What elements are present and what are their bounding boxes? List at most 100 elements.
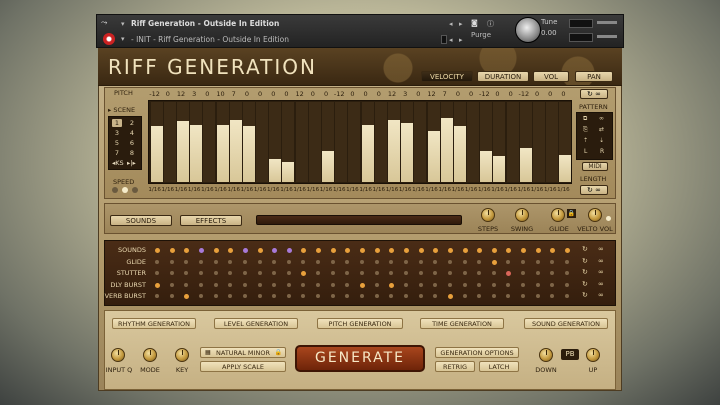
matrix-dot[interactable]	[257, 259, 262, 264]
matrix-dot[interactable]	[242, 294, 247, 298]
velocity-bar[interactable]	[519, 148, 532, 182]
matrix-dot[interactable]	[184, 282, 189, 287]
velocity-step[interactable]	[203, 102, 216, 182]
level-generation-button[interactable]: LEVEL GENERATION	[214, 318, 298, 329]
matrix-dot[interactable]	[433, 259, 438, 264]
generate-button[interactable]: GENERATE	[295, 345, 425, 372]
velocity-bar[interactable]	[361, 125, 374, 182]
velocity-bar[interactable]	[401, 122, 414, 182]
matrix-dot[interactable]	[418, 259, 423, 264]
row-reset-icon[interactable]: ↻	[582, 291, 588, 299]
copy-icon[interactable]: ⧉	[583, 115, 587, 123]
instrument-collapse-icon[interactable]: ▾	[121, 20, 125, 28]
velocity-step[interactable]	[348, 102, 361, 182]
matrix-dot[interactable]	[257, 248, 263, 253]
row-link-icon[interactable]: ∞	[598, 291, 604, 299]
velocity-bar[interactable]	[242, 126, 255, 182]
pitch-value[interactable]: 0	[200, 90, 214, 98]
matrix-dot[interactable]	[345, 259, 350, 264]
velocity-bars[interactable]	[148, 100, 572, 184]
tab-pan[interactable]: PAN	[575, 71, 613, 82]
input-q-knob[interactable]	[111, 348, 125, 362]
matrix-dot[interactable]	[198, 282, 203, 287]
matrix-dot[interactable]	[447, 248, 453, 253]
pitch-value[interactable]: 12	[425, 90, 439, 98]
row-link-icon[interactable]: ∞	[598, 257, 604, 265]
scene-4[interactable]: 4	[127, 129, 137, 137]
row-link-icon[interactable]: ∞	[598, 245, 604, 253]
velocity-step[interactable]	[308, 102, 321, 182]
matrix-dot[interactable]	[550, 259, 555, 264]
matrix-dot[interactable]	[447, 271, 452, 275]
velocity-bar[interactable]	[190, 124, 203, 182]
matrix-dot[interactable]	[491, 271, 496, 275]
pitch-value[interactable]: -12	[332, 90, 346, 98]
matrix-dot[interactable]	[228, 282, 233, 287]
velocity-step[interactable]	[256, 102, 269, 182]
length-link-icon[interactable]: ↻ ∞	[580, 185, 608, 195]
shuffle-icon[interactable]: ⇄	[599, 126, 604, 133]
velocity-step[interactable]	[374, 102, 387, 182]
matrix-dot[interactable]	[403, 294, 408, 298]
pitch-value[interactable]: 12	[385, 90, 399, 98]
scene-arrows-icon[interactable]: ▸|▸	[127, 159, 136, 167]
matrix-dot[interactable]	[228, 259, 233, 264]
matrix-dot[interactable]	[257, 271, 262, 275]
matrix-dot[interactable]	[521, 259, 526, 264]
matrix-dot[interactable]	[316, 259, 321, 264]
matrix-dot[interactable]	[169, 282, 174, 287]
matrix-dot[interactable]	[345, 282, 350, 287]
tab-duration[interactable]: DURATION	[477, 71, 529, 82]
matrix-dot[interactable]	[535, 294, 540, 298]
matrix-dot[interactable]	[491, 248, 497, 253]
matrix-dot[interactable]	[535, 271, 540, 275]
matrix-dot[interactable]	[418, 271, 423, 275]
matrix-dot[interactable]	[330, 294, 335, 298]
matrix-dot[interactable]	[360, 248, 365, 253]
matrix-dot[interactable]	[272, 282, 277, 287]
pitch-value[interactable]: 0	[359, 90, 373, 98]
matrix-dot[interactable]	[447, 294, 453, 299]
pitch-value[interactable]: 0	[451, 90, 465, 98]
velocity-bar[interactable]	[427, 131, 440, 182]
effects-button[interactable]: EFFECTS	[180, 215, 242, 226]
pitch-value[interactable]: 0	[464, 90, 478, 98]
matrix-dot[interactable]	[198, 294, 203, 298]
preset-collapse-icon[interactable]: ▾	[121, 35, 125, 43]
velocity-bar[interactable]	[493, 155, 506, 182]
velocity-step[interactable]	[163, 102, 176, 182]
matrix-dot[interactable]	[565, 259, 569, 264]
matrix-dot[interactable]	[477, 259, 482, 264]
matrix-dot[interactable]	[374, 271, 379, 275]
pb-toggle[interactable]: PB	[561, 349, 579, 360]
pitch-value[interactable]: 0	[490, 90, 504, 98]
latch-button[interactable]: LATCH	[479, 361, 519, 372]
velocity-bar[interactable]	[216, 124, 229, 182]
pitch-value[interactable]: 0	[504, 90, 518, 98]
pitch-value[interactable]: 0	[411, 90, 425, 98]
glide-lock-icon[interactable]: 🔒	[567, 209, 576, 218]
velocity-step[interactable]	[533, 102, 546, 182]
matrix-dot[interactable]	[418, 248, 424, 253]
scene-6[interactable]: 6	[127, 139, 137, 147]
camera-icon[interactable]: ◙	[471, 19, 478, 27]
matrix-dot[interactable]	[389, 259, 394, 264]
down-knob[interactable]	[539, 348, 553, 362]
matrix-dot[interactable]	[565, 294, 569, 298]
matrix-dot[interactable]	[155, 259, 159, 264]
matrix-dot[interactable]	[242, 259, 247, 264]
row-reset-icon[interactable]: ↻	[582, 268, 588, 276]
shift-up-icon[interactable]: ⇡	[583, 137, 588, 144]
preset-name[interactable]: - INIT - Riff Generation - Outside In Ed…	[131, 35, 289, 44]
pitch-value[interactable]: 0	[240, 90, 254, 98]
rhythm-generation-button[interactable]: RHYTHM GENERATION	[112, 318, 196, 329]
row-reset-icon[interactable]: ↻	[582, 257, 588, 265]
next-instrument-icon[interactable]: ▸	[459, 20, 463, 28]
scene-1[interactable]: 1	[112, 119, 122, 127]
pitch-generation-button[interactable]: PITCH GENERATION	[317, 318, 403, 329]
time-generation-button[interactable]: TIME GENERATION	[420, 318, 504, 329]
matrix-dot[interactable]	[389, 282, 395, 288]
matrix-dot[interactable]	[403, 271, 408, 275]
matrix-dot[interactable]	[330, 248, 336, 253]
row-reset-icon[interactable]: ↻	[582, 245, 588, 253]
